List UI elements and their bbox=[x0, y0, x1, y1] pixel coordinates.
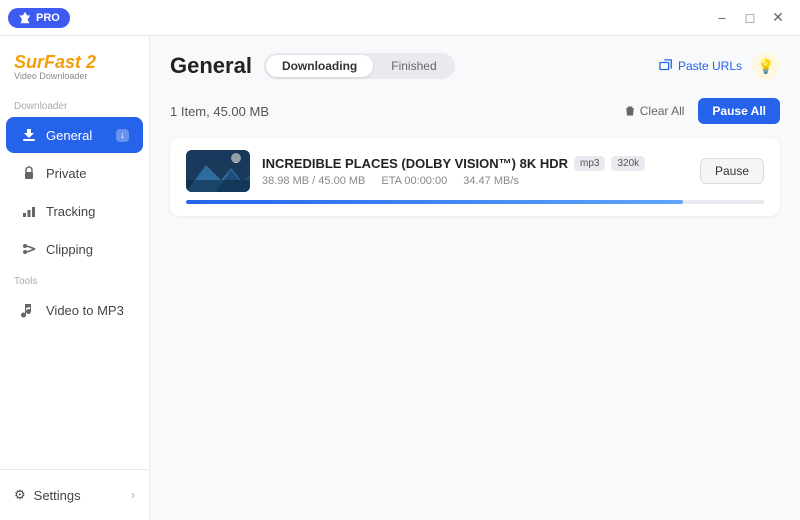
progress-bar-track bbox=[186, 200, 764, 204]
size-current: 38.98 MB bbox=[262, 175, 309, 187]
toolbar: 1 Item, 45.00 MB Clear All Pause All bbox=[150, 92, 800, 130]
paste-urls-label: Paste URLs bbox=[678, 59, 742, 73]
sidebar-private-label: Private bbox=[46, 166, 86, 181]
download-badge: ↓ bbox=[116, 129, 129, 142]
pro-badge[interactable]: PRO bbox=[8, 8, 70, 28]
downloader-section-label: Downloader bbox=[0, 93, 149, 116]
paste-urls-button[interactable]: Paste URLs bbox=[659, 59, 742, 73]
sidebar-item-tracking[interactable]: Tracking bbox=[6, 193, 143, 229]
download-title-row: INCREDIBLE PLACES (DOLBY VISION™) 8K HDR… bbox=[262, 156, 688, 171]
logo-version: 2 bbox=[86, 52, 96, 72]
logo-name: SurFast 2 bbox=[14, 52, 135, 73]
app-body: SurFast 2 Video Downloader Downloader Ge… bbox=[0, 36, 800, 520]
download-list: Dolby Vision INCREDIBL bbox=[150, 130, 800, 520]
download-icon bbox=[20, 126, 38, 144]
download-meta: 38.98 MB / 45.00 MB ETA 00:00:00 34.47 M… bbox=[262, 175, 688, 187]
header-right: Paste URLs 💡 bbox=[659, 52, 780, 80]
sidebar: SurFast 2 Video Downloader Downloader Ge… bbox=[0, 36, 150, 520]
link-icon bbox=[659, 59, 673, 73]
pause-all-button[interactable]: Pause All bbox=[698, 98, 780, 124]
pro-label: PRO bbox=[36, 12, 60, 24]
download-item: Dolby Vision INCREDIBL bbox=[170, 138, 780, 216]
pause-button[interactable]: Pause bbox=[700, 158, 764, 184]
logo-sub: Video Downloader bbox=[14, 71, 135, 81]
download-item-top: Dolby Vision INCREDIBL bbox=[186, 150, 764, 192]
tab-downloading[interactable]: Downloading bbox=[266, 55, 373, 77]
sidebar-item-clipping[interactable]: Clipping bbox=[6, 231, 143, 267]
trash-icon bbox=[624, 105, 636, 117]
music-icon bbox=[20, 301, 38, 319]
item-count: 1 Item, 45.00 MB bbox=[170, 104, 616, 119]
sidebar-item-private[interactable]: Private bbox=[6, 155, 143, 191]
quality-badge: 320k bbox=[611, 156, 645, 171]
sidebar-item-general[interactable]: General ↓ bbox=[6, 117, 143, 153]
settings-item[interactable]: ⚙ Settings › bbox=[0, 478, 149, 512]
tab-finished[interactable]: Finished bbox=[375, 55, 452, 77]
size-info: 38.98 MB / 45.00 MB bbox=[262, 175, 365, 187]
close-button[interactable]: ✕ bbox=[764, 4, 792, 32]
bulb-icon: 💡 bbox=[757, 58, 774, 75]
maximize-button[interactable]: □ bbox=[736, 4, 764, 32]
logo-area: SurFast 2 Video Downloader bbox=[0, 36, 149, 93]
main-content: General Downloading Finished Paste URLs … bbox=[150, 36, 800, 520]
lock-icon bbox=[20, 164, 38, 182]
minimize-button[interactable]: − bbox=[708, 4, 736, 32]
main-header: General Downloading Finished Paste URLs … bbox=[150, 36, 800, 92]
thumbnail-image bbox=[186, 150, 250, 192]
page-title: General bbox=[170, 53, 252, 79]
gear-icon: ⚙ bbox=[14, 487, 26, 503]
progress-bar-fill bbox=[186, 200, 683, 204]
sidebar-clipping-label: Clipping bbox=[46, 242, 93, 257]
eta: ETA 00:00:00 bbox=[381, 175, 447, 187]
format-badge: mp3 bbox=[574, 156, 605, 171]
video-to-mp3-label: Video to MP3 bbox=[46, 303, 124, 318]
sidebar-footer: ⚙ Settings › bbox=[0, 469, 149, 520]
tab-group: Downloading Finished bbox=[264, 53, 455, 79]
logo-surfast: SurFast bbox=[14, 52, 86, 72]
bulb-button[interactable]: 💡 bbox=[752, 52, 780, 80]
tools-section-label: Tools bbox=[0, 268, 149, 291]
clear-all-button[interactable]: Clear All bbox=[616, 99, 693, 123]
download-info: INCREDIBLE PLACES (DOLBY VISION™) 8K HDR… bbox=[262, 156, 688, 187]
thumbnail: Dolby Vision bbox=[186, 150, 250, 192]
speed: 34.47 MB/s bbox=[463, 175, 519, 187]
diamond-icon bbox=[18, 11, 32, 25]
settings-label: Settings bbox=[34, 488, 81, 503]
titlebar: PRO − □ ✕ bbox=[0, 0, 800, 36]
download-title: INCREDIBLE PLACES (DOLBY VISION™) 8K HDR bbox=[262, 156, 568, 171]
clear-all-label: Clear All bbox=[640, 104, 685, 118]
size-total: 45.00 MB bbox=[318, 175, 365, 187]
clipping-icon bbox=[20, 240, 38, 258]
sidebar-item-video-to-mp3[interactable]: Video to MP3 bbox=[6, 292, 143, 328]
sidebar-general-label: General bbox=[46, 128, 92, 143]
tracking-icon bbox=[20, 202, 38, 220]
sidebar-tracking-label: Tracking bbox=[46, 204, 95, 219]
chevron-right-icon: › bbox=[131, 488, 135, 502]
